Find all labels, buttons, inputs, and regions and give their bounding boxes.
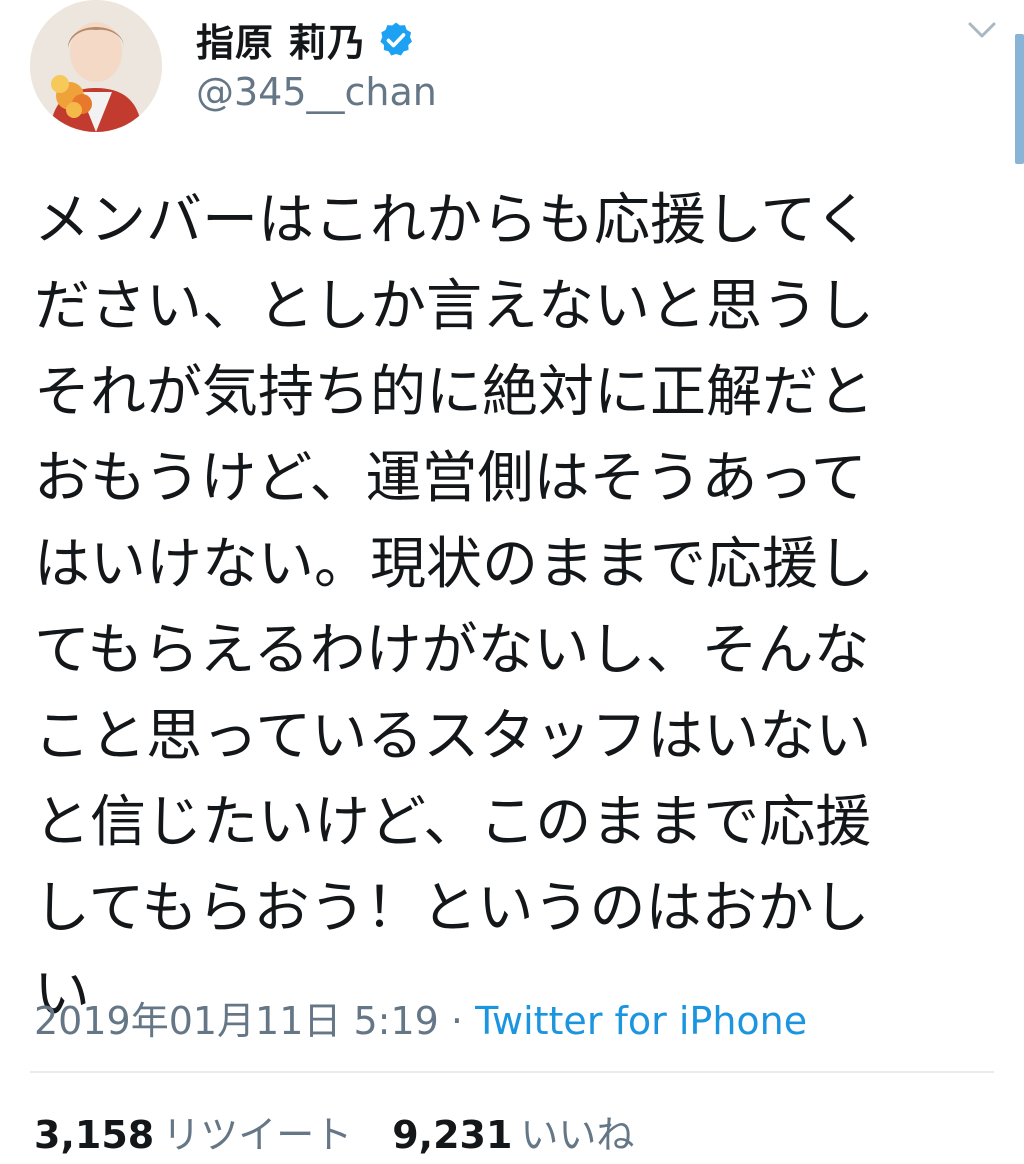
tweet-source-link[interactable]: Twitter for iPhone [475, 999, 807, 1043]
tweet-timestamp[interactable]: 2019年01月11日 5:19 [34, 999, 439, 1043]
meta-separator: · [438, 999, 476, 1043]
tweet-text-line: てもらえるわけがないし、そんな [34, 618, 870, 683]
retweets-label: リツイート [162, 1113, 353, 1157]
tweet-stats: 3,158 リツイート 9,231 いいね [34, 1104, 634, 1159]
verified-badge-icon [380, 22, 413, 55]
tweet-text-line: ださい、としか言えないと思うし [34, 274, 874, 339]
avatar-image [30, 0, 162, 132]
likes-count: 9,231 [392, 1113, 513, 1157]
tweet-text: メンバーはこれからも応援してく ださい、としか言えないと思うし それが気持ち的に… [34, 178, 964, 1038]
tweet-text-line: おもうけど、運営側はそうあって [34, 446, 867, 511]
retweets-stat[interactable]: 3,158 リツイート [34, 1113, 352, 1157]
likes-stat[interactable]: 9,231 いいね [392, 1113, 634, 1157]
tweet-text-line: それが気持ち的に絶対に正解だと [34, 360, 874, 425]
likes-label: いいね [520, 1113, 635, 1157]
scrollbar-thumb[interactable] [1015, 34, 1024, 164]
retweets-count: 3,158 [34, 1113, 155, 1157]
tweet-text-line: こと思っているスタッフはいない [34, 704, 872, 769]
author-name[interactable]: 指原 莉乃 [196, 12, 366, 67]
tweet-text-line: はいけない。現状のままで応援し [34, 532, 874, 597]
author-header[interactable]: 指原 莉乃 [196, 12, 416, 67]
tweet-meta: 2019年01月11日 5:19 · Twitter for iPhone [34, 990, 807, 1045]
tweet-card: 指原 莉乃 @345__chan メンバーはこれからも応援してく ださい、としか… [0, 0, 1024, 1164]
tweet-text-line: と信じたいけど、このままで応援 [34, 790, 872, 855]
chevron-down-icon[interactable] [964, 18, 1000, 42]
divider [30, 1071, 994, 1073]
author-handle[interactable]: @345__chan [196, 70, 437, 114]
tweet-text-line: してもらおう！というのはおかし [34, 876, 870, 941]
tweet-text-line: メンバーはこれからも応援してく [34, 188, 871, 253]
avatar[interactable] [30, 0, 162, 132]
